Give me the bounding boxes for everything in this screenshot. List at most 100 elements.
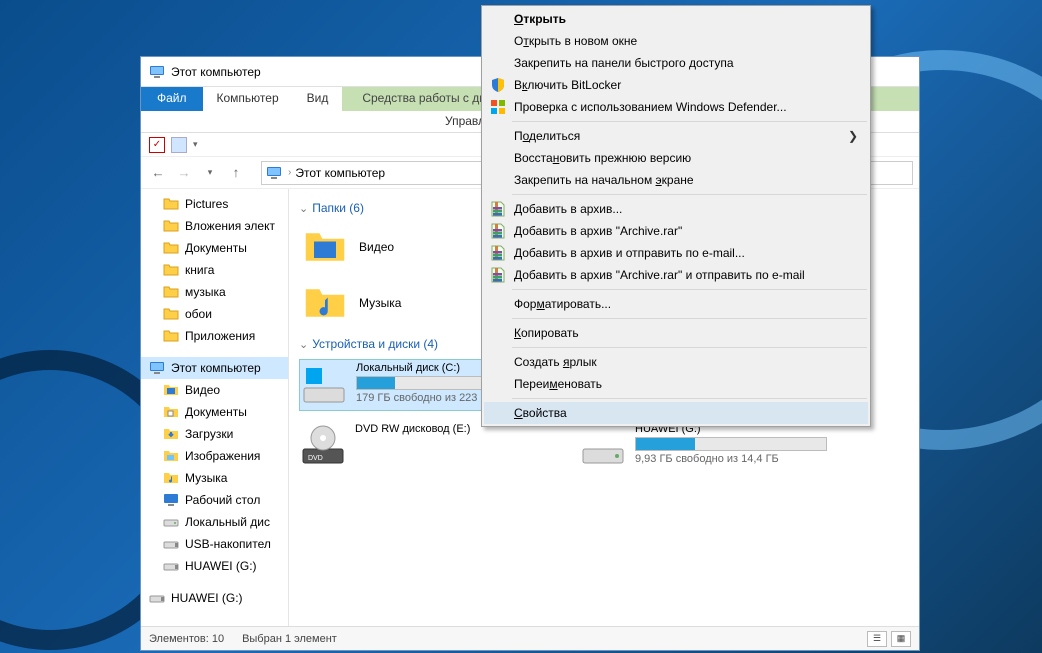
- menu-item[interactable]: Свойства: [484, 402, 868, 424]
- tree-item-label: книга: [185, 263, 214, 277]
- menu-item[interactable]: Закрепить на начальном экране: [484, 169, 868, 191]
- menu-item[interactable]: Создать ярлык: [484, 351, 868, 373]
- view-large-button[interactable]: ▦: [891, 631, 911, 647]
- menu-item[interactable]: Проверка с использованием Windows Defend…: [484, 96, 868, 118]
- winrar-icon: [490, 201, 506, 217]
- context-menu[interactable]: Открыть Открыть в новом окне Закрепить на …: [481, 5, 871, 427]
- tree-item-label: Музыка: [185, 471, 227, 485]
- tree-item[interactable]: Изображения: [141, 445, 288, 467]
- i-desktop-icon: [163, 492, 179, 508]
- menu-item-label: Копировать: [514, 326, 579, 340]
- tree-item[interactable]: музыка: [141, 281, 288, 303]
- shield-icon: [490, 77, 506, 93]
- i-doc-icon: [163, 404, 179, 420]
- menu-item[interactable]: Добавить в архив "Archive.rar": [484, 220, 868, 242]
- folder-label: Видео: [359, 240, 394, 254]
- i-folder-icon: [163, 218, 179, 234]
- tree-item-label: Загрузки: [185, 427, 233, 441]
- folder-item[interactable]: Музыка: [299, 279, 509, 327]
- menu-item[interactable]: Восстановить прежнюю версию: [484, 147, 868, 169]
- tree-item[interactable]: Музыка: [141, 467, 288, 489]
- i-folder-icon: [163, 284, 179, 300]
- status-selected: Выбран 1 элемент: [242, 633, 337, 645]
- tab-computer[interactable]: Компьютер: [203, 87, 293, 111]
- tree-item-label: Изображения: [185, 449, 260, 463]
- tree-item[interactable]: Pictures: [141, 193, 288, 215]
- tree-item-label: HUAWEI (G:): [185, 559, 257, 573]
- menu-item[interactable]: Форматировать...: [484, 293, 868, 315]
- tree-item-label: Pictures: [185, 197, 228, 211]
- menu-item-label: Открыть в новом окне: [514, 34, 637, 48]
- menu-item[interactable]: Открыть: [484, 8, 868, 30]
- recent-dropdown[interactable]: ▾: [199, 162, 221, 184]
- drive-item[interactable]: DVD DVD RW дисковод (E:): [299, 421, 549, 473]
- tree-item-label: Рабочий стол: [185, 493, 260, 507]
- tree-item-label: Приложения: [185, 329, 255, 343]
- menu-item-label: Переименовать: [514, 377, 602, 391]
- menu-item-label: Форматировать...: [514, 297, 611, 311]
- tree-item-label: HUAWEI (G:): [171, 591, 243, 605]
- tree-item[interactable]: Локальный дис: [141, 511, 288, 533]
- i-img-icon: [163, 448, 179, 464]
- menu-item[interactable]: Включить BitLocker: [484, 74, 868, 96]
- forward-button[interactable]: →: [173, 162, 195, 184]
- i-folder-icon: [163, 328, 179, 344]
- tree-item-label: Вложения элект: [185, 219, 275, 233]
- up-button[interactable]: ↑: [225, 162, 247, 184]
- qat-item[interactable]: [171, 137, 187, 153]
- folder-icon: [303, 281, 347, 325]
- back-button[interactable]: ←: [147, 162, 169, 184]
- tree-item[interactable]: HUAWEI (G:): [141, 555, 288, 577]
- menu-separator: [512, 194, 867, 195]
- menu-item[interactable]: Добавить в архив и отправить по e-mail..…: [484, 242, 868, 264]
- navigation-pane[interactable]: Pictures Вложения элект Документы книга музы…: [141, 189, 289, 626]
- drive-icon: DVD: [301, 423, 345, 467]
- tree-item[interactable]: Вложения элект: [141, 215, 288, 237]
- menu-item[interactable]: Добавить в архив "Archive.rar" и отправи…: [484, 264, 868, 286]
- menu-item[interactable]: Открыть в новом окне: [484, 30, 868, 52]
- drive-item[interactable]: HUAWEI (G:) 9,93 ГБ свободно из 14,4 ГБ: [579, 421, 829, 473]
- view-details-button[interactable]: ☰: [867, 631, 887, 647]
- tree-item-label: обои: [185, 307, 212, 321]
- menu-item-label: Свойства: [514, 406, 567, 420]
- checkbox-icon[interactable]: ✓: [149, 137, 165, 153]
- menu-separator: [512, 347, 867, 348]
- menu-item-label: Проверка с использованием Windows Defend…: [514, 100, 787, 114]
- window-title: Этот компьютер: [171, 65, 261, 79]
- menu-item-label: Создать ярлык: [514, 355, 597, 369]
- i-pc-icon: [149, 360, 165, 376]
- file-tab[interactable]: Файл: [141, 87, 203, 111]
- menu-separator: [512, 318, 867, 319]
- menu-item-label: Закрепить на начальном экране: [514, 173, 694, 187]
- drive-free-text: 9,93 ГБ свободно из 14,4 ГБ: [635, 453, 827, 465]
- i-folder-icon: [163, 196, 179, 212]
- menu-item-label: Добавить в архив "Archive.rar": [514, 224, 682, 238]
- tab-view[interactable]: Вид: [293, 87, 343, 111]
- status-count: Элементов: 10: [149, 633, 224, 645]
- chevron-down-icon: ⌄: [299, 338, 308, 351]
- qat-dropdown-icon[interactable]: ▾: [193, 139, 198, 150]
- tree-item[interactable]: USB-накопител: [141, 533, 288, 555]
- defender-icon: [490, 99, 506, 115]
- tree-item[interactable]: Документы: [141, 401, 288, 423]
- tree-item[interactable]: Документы: [141, 237, 288, 259]
- menu-item[interactable]: Добавить в архив...: [484, 198, 868, 220]
- tree-item[interactable]: Загрузки: [141, 423, 288, 445]
- folder-label: Музыка: [359, 296, 401, 310]
- tree-item[interactable]: обои: [141, 303, 288, 325]
- menu-item[interactable]: Переименовать: [484, 373, 868, 395]
- menu-item[interactable]: Закрепить на панели быстрого доступа: [484, 52, 868, 74]
- menu-item-label: Открыть: [514, 12, 566, 26]
- tree-item-label: Локальный дис: [185, 515, 270, 529]
- tree-item-label: Этот компьютер: [171, 361, 261, 375]
- folder-item[interactable]: Видео: [299, 223, 509, 271]
- tree-item[interactable]: Этот компьютер: [141, 357, 288, 379]
- tree-item[interactable]: Видео: [141, 379, 288, 401]
- tree-item[interactable]: книга: [141, 259, 288, 281]
- tree-item[interactable]: Приложения: [141, 325, 288, 347]
- menu-item[interactable]: Копировать: [484, 322, 868, 344]
- tree-item[interactable]: HUAWEI (G:): [141, 587, 288, 609]
- menu-item[interactable]: Поделиться❯: [484, 125, 868, 147]
- tree-item[interactable]: Рабочий стол: [141, 489, 288, 511]
- tree-item-label: музыка: [185, 285, 226, 299]
